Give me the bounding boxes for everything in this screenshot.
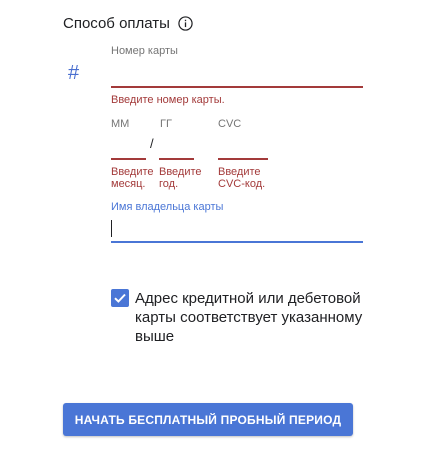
expiry-year-label: ГГ [160, 118, 172, 130]
address-match-label[interactable]: Адрес кредитной или дебетовой карты соот… [135, 289, 375, 346]
expiry-year-input[interactable] [159, 137, 194, 157]
payment-method-title-row: Способ оплаты [63, 15, 193, 32]
card-number-underline [111, 86, 363, 88]
expiry-separator: / [150, 136, 154, 151]
cvc-underline [218, 158, 268, 160]
cardholder-label: Имя владельца карты [111, 201, 224, 213]
expiry-month-label: ММ [111, 118, 130, 130]
text-cursor [111, 220, 112, 237]
info-circle-icon[interactable] [178, 16, 193, 31]
expiry-month-input[interactable] [111, 137, 146, 157]
expiry-month-underline [111, 158, 146, 160]
address-match-checkbox[interactable] [111, 289, 129, 307]
hash-icon: # [68, 62, 80, 84]
expiry-year-underline [159, 158, 194, 160]
cvc-input[interactable] [218, 137, 268, 157]
expiry-year-error: Введите год. [159, 166, 202, 190]
cardholder-input[interactable] [113, 219, 361, 239]
payment-method-title: Способ оплаты [63, 15, 170, 32]
card-number-label: Номер карты [111, 45, 178, 57]
cvc-error: Введите CVC-код. [218, 166, 266, 190]
checkmark-icon [114, 293, 126, 303]
cardholder-underline [111, 241, 363, 243]
expiry-month-error: Введите месяц. [111, 166, 154, 190]
card-number-input[interactable] [111, 64, 363, 84]
card-number-error: Введите номер карты. [111, 94, 225, 106]
start-free-trial-button[interactable]: НАЧАТЬ БЕСПЛАТНЫЙ ПРОБНЫЙ ПЕРИОД [63, 403, 353, 436]
cvc-label: CVC [218, 118, 242, 130]
